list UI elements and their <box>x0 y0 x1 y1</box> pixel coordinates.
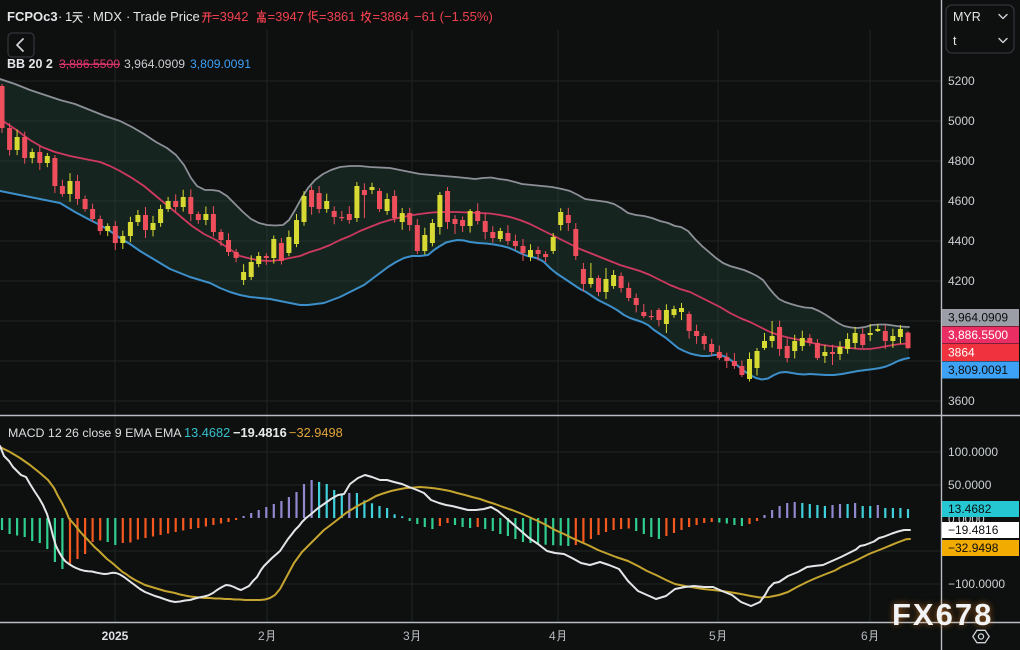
svg-text:·: · <box>87 9 91 24</box>
svg-text:1: 1 <box>65 9 72 24</box>
svg-text:6: 6 <box>861 629 868 643</box>
svg-text:3: 3 <box>403 629 410 643</box>
svg-text:−32.9498: −32.9498 <box>948 541 999 555</box>
svg-text:50.0000: 50.0000 <box>948 478 992 492</box>
svg-text:3,964.0909: 3,964.0909 <box>124 57 185 71</box>
svg-text:100.0000: 100.0000 <box>948 445 998 459</box>
svg-text:3,886.5500: 3,886.5500 <box>59 57 120 71</box>
svg-text:−100.0000: −100.0000 <box>948 577 1005 591</box>
svg-text:FX678: FX678 <box>892 597 993 632</box>
svg-text:FCPOc3: FCPOc3 <box>7 9 58 24</box>
svg-text:5: 5 <box>709 629 716 643</box>
svg-text:13.4682: 13.4682 <box>948 502 992 516</box>
svg-text:3,886.5500: 3,886.5500 <box>948 328 1008 342</box>
svg-text:MYR: MYR <box>953 10 981 24</box>
svg-text:·: · <box>58 9 62 24</box>
svg-text:3,809.0091: 3,809.0091 <box>190 57 251 71</box>
svg-text:2: 2 <box>258 629 265 643</box>
svg-text:−32.9498: −32.9498 <box>289 425 343 440</box>
svg-text:=3864: =3864 <box>373 9 410 24</box>
svg-text:−19.4816: −19.4816 <box>233 425 287 440</box>
svg-text:−61 (−1.55%): −61 (−1.55%) <box>414 9 493 24</box>
svg-text:3,964.0909: 3,964.0909 <box>948 311 1008 325</box>
svg-text:4600: 4600 <box>948 194 975 208</box>
svg-text:4400: 4400 <box>948 234 975 248</box>
svg-text:BB 20 2: BB 20 2 <box>7 57 53 71</box>
svg-text:5200: 5200 <box>948 74 975 88</box>
svg-text:−19.4816: −19.4816 <box>948 523 999 537</box>
svg-text:Trade Price: Trade Price <box>133 9 200 24</box>
svg-text:13.4682: 13.4682 <box>184 425 230 440</box>
svg-text:4200: 4200 <box>948 274 975 288</box>
svg-text:4800: 4800 <box>948 154 975 168</box>
svg-text:3864: 3864 <box>948 346 975 360</box>
svg-text:·: · <box>126 9 130 24</box>
svg-text:4: 4 <box>549 629 556 643</box>
svg-text:=3942: =3942 <box>212 9 249 24</box>
svg-text:MACD 12 26 close 9 EMA EMA: MACD 12 26 close 9 EMA EMA <box>8 426 182 440</box>
svg-text:t: t <box>953 34 957 48</box>
svg-text:2025: 2025 <box>102 629 129 643</box>
svg-text:=3861: =3861 <box>319 9 356 24</box>
svg-text:3,809.0091: 3,809.0091 <box>948 363 1008 377</box>
svg-text:MDX: MDX <box>93 9 122 24</box>
svg-text:5000: 5000 <box>948 114 975 128</box>
svg-text:=3947: =3947 <box>268 9 305 24</box>
svg-text:3600: 3600 <box>948 394 975 408</box>
